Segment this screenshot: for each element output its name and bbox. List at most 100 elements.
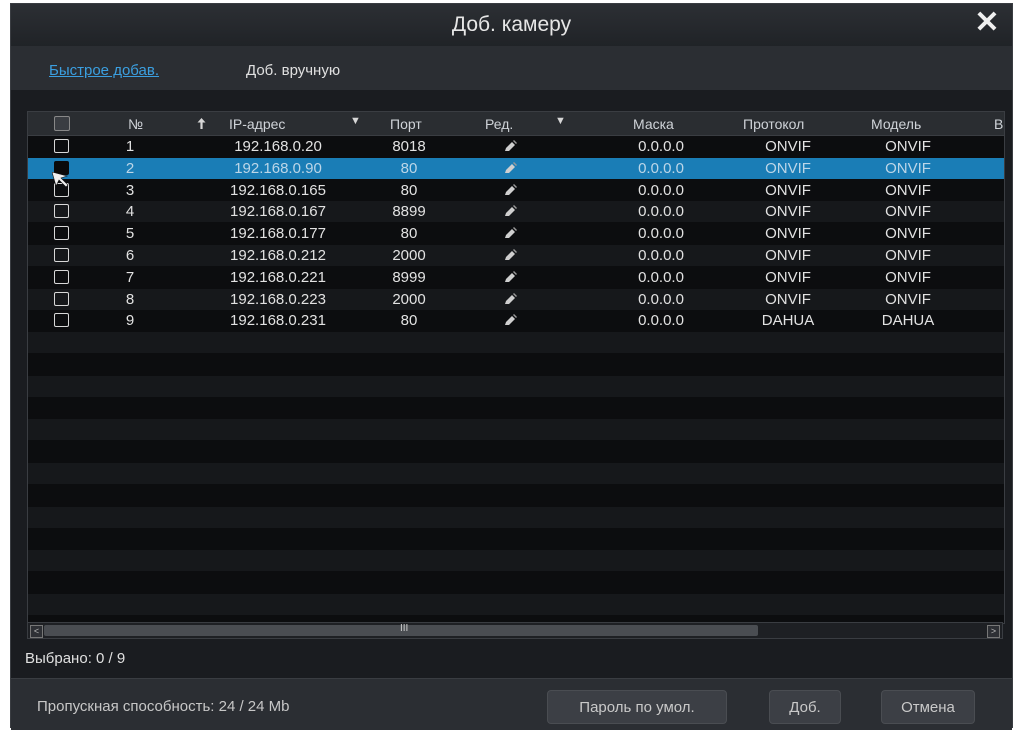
chevron-down-icon[interactable]: ▼: [555, 115, 566, 127]
table-row[interactable]: 5 192.168.0.177 80 0.0.0.0 ONVIF ONVIF: [28, 223, 1004, 245]
row-mask: 0.0.0.0: [638, 138, 684, 155]
table-row[interactable]: 1 192.168.0.20 8018 0.0.0.0 ONVIF ONVIF: [28, 136, 1004, 157]
table-row[interactable]: 9 192.168.0.231 80 0.0.0.0 DAHUA DAHUA: [28, 310, 1004, 332]
row-protocol: DAHUA: [761, 312, 815, 330]
row-mask: 0.0.0.0: [638, 203, 684, 221]
empty-row: [28, 506, 1004, 528]
sort-arrow-up-icon[interactable]: [197, 118, 206, 129]
chevron-down-icon[interactable]: ▼: [350, 115, 361, 127]
row-number: 6: [125, 247, 135, 264]
column-header-mask[interactable]: Маска: [633, 116, 674, 132]
row-mask: 0.0.0.0: [638, 159, 684, 177]
row-port: 2000: [392, 290, 426, 308]
scroll-left-button[interactable]: <: [30, 625, 43, 638]
cancel-button[interactable]: Отмена: [881, 690, 975, 724]
row-protocol: ONVIF: [765, 203, 811, 221]
row-number: 8: [125, 290, 135, 308]
row-checkbox[interactable]: [54, 269, 69, 284]
dialog-title: Доб. камеру: [451, 13, 572, 36]
row-model: ONVIF: [885, 247, 931, 264]
row-number: 3: [125, 181, 135, 199]
table-row[interactable]: 8 192.168.0.223 2000 0.0.0.0 ONVIF ONVIF: [28, 288, 1004, 310]
row-ip-address: 192.168.0.221: [230, 268, 326, 286]
mouse-cursor-icon: [52, 172, 69, 188]
row-port: 8999: [392, 268, 426, 286]
empty-row: [28, 572, 1004, 593]
table-header: № IP-адрес ▼ Порт Ред. ▼ Маска Протокол …: [28, 112, 1004, 136]
column-header-edit[interactable]: Ред.: [485, 116, 513, 132]
row-checkbox[interactable]: [54, 204, 69, 219]
tab-quick-add[interactable]: Быстрое добав.: [49, 62, 159, 79]
empty-row: [28, 463, 1004, 484]
row-port: 80: [400, 181, 418, 199]
column-header-model[interactable]: Модель: [871, 116, 921, 132]
row-protocol: ONVIF: [765, 181, 811, 199]
column-header-truncated[interactable]: В: [994, 116, 1003, 132]
empty-row: [28, 441, 1004, 463]
column-header-ip[interactable]: IP-адрес: [229, 116, 285, 132]
table-row[interactable]: 2 192.168.0.90 80 0.0.0.0 ONVIF ONVIF: [28, 157, 1004, 179]
row-protocol: ONVIF: [765, 247, 811, 264]
edit-pencil-icon[interactable]: [504, 270, 518, 283]
row-ip-address: 192.168.0.231: [230, 312, 326, 330]
row-protocol: ONVIF: [765, 290, 811, 308]
row-number: 4: [125, 203, 135, 221]
select-all-checkbox[interactable]: [54, 116, 70, 131]
row-protocol: ONVIF: [765, 268, 811, 286]
edit-pencil-icon[interactable]: [504, 161, 518, 174]
edit-pencil-icon[interactable]: [504, 292, 518, 305]
row-ip-address: 192.168.0.90: [234, 159, 322, 177]
edit-pencil-icon[interactable]: [504, 314, 518, 326]
row-mask: 0.0.0.0: [638, 268, 684, 286]
row-checkbox[interactable]: [54, 248, 69, 262]
row-number: 7: [125, 268, 135, 286]
row-model: ONVIF: [885, 268, 931, 286]
row-ip-address: 192.168.0.223: [230, 290, 326, 308]
row-checkbox[interactable]: [54, 226, 69, 241]
add-camera-dialog: Доб. камеру ✕ Быстрое добав. Доб. вручну…: [10, 3, 1013, 730]
column-header-port[interactable]: Порт: [390, 116, 422, 132]
horizontal-scrollbar[interactable]: < III >: [27, 622, 1003, 639]
row-checkbox[interactable]: [54, 291, 69, 306]
edit-pencil-icon[interactable]: [504, 249, 518, 261]
bandwidth-label: Пропускная способность: 24 / 24 Mb: [37, 698, 290, 715]
table-row[interactable]: 3 192.168.0.165 80 0.0.0.0 ONVIF ONVIF: [28, 179, 1004, 201]
row-port: 8899: [392, 203, 426, 221]
row-port: 2000: [392, 247, 426, 264]
edit-pencil-icon[interactable]: [504, 140, 518, 152]
add-button[interactable]: Доб.: [769, 690, 841, 724]
close-icon[interactable]: ✕: [972, 8, 1002, 38]
row-model: ONVIF: [885, 181, 931, 199]
column-header-number[interactable]: №: [128, 116, 143, 132]
row-checkbox[interactable]: [54, 313, 69, 328]
row-protocol: ONVIF: [765, 138, 811, 155]
row-checkbox[interactable]: [54, 139, 69, 153]
row-mask: 0.0.0.0: [638, 225, 684, 243]
row-model: ONVIF: [885, 159, 931, 177]
title-bar: Доб. камеру ✕: [11, 4, 1012, 47]
table-row[interactable]: 6 192.168.0.212 2000 0.0.0.0 ONVIF ONVIF: [28, 245, 1004, 266]
row-port: 80: [400, 159, 418, 177]
row-model: ONVIF: [885, 290, 931, 308]
row-ip-address: 192.168.0.167: [230, 203, 326, 221]
row-mask: 0.0.0.0: [638, 247, 684, 264]
edit-pencil-icon[interactable]: [504, 227, 518, 239]
scroll-thumb[interactable]: III: [44, 623, 758, 636]
row-model: ONVIF: [885, 203, 931, 221]
edit-pencil-icon[interactable]: [504, 205, 518, 217]
row-number: 1: [125, 138, 135, 155]
default-password-button[interactable]: Пароль по умол.: [547, 690, 727, 724]
empty-row: [28, 332, 1004, 354]
column-header-protocol[interactable]: Протокол: [743, 116, 804, 132]
selected-count-label: Выбрано: 0 / 9: [25, 650, 126, 667]
row-mask: 0.0.0.0: [638, 181, 684, 199]
scroll-right-button[interactable]: >: [987, 625, 1000, 638]
row-ip-address: 192.168.0.20: [234, 138, 322, 155]
scroll-grip-icon: III: [400, 623, 409, 634]
tab-manual-add[interactable]: Доб. вручную: [246, 62, 340, 79]
row-mask: 0.0.0.0: [638, 290, 684, 308]
table-row[interactable]: 7 192.168.0.221 8999 0.0.0.0 ONVIF ONVIF: [28, 266, 1004, 288]
table-row[interactable]: 4 192.168.0.167 8899 0.0.0.0 ONVIF ONVIF: [28, 201, 1004, 223]
row-mask: 0.0.0.0: [638, 312, 684, 330]
edit-pencil-icon[interactable]: [504, 183, 518, 196]
